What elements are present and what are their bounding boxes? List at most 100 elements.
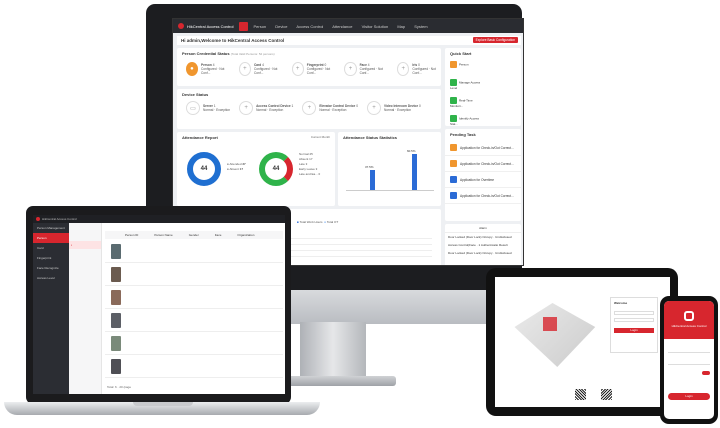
laptop-org-tree: ▪ <box>69 223 102 394</box>
stat-server[interactable]: ▭ Server 1 Normal · Exception <box>186 101 230 115</box>
server-icon: ▭ <box>186 101 200 115</box>
access-device-icon: + <box>239 101 254 115</box>
app-logo-icon <box>684 311 694 321</box>
stats-bar-1-label: 37.5% <box>365 165 374 169</box>
attendance-statistics-card: Attendance Status Statistics 37.5% 60.5% <box>338 132 441 206</box>
device-status-card: Device Status ▭ Server 1 Normal · Exceptio… <box>177 89 441 129</box>
quick-start-identify[interactable]: Identify Access Stat... <box>450 115 482 126</box>
quick-start-title: Quick Start <box>450 51 472 56</box>
pending-task-card: Pending Task Application for Check-in/Ou… <box>445 129 521 221</box>
alarm-card: Alarm Door Locked (Door Lock) Occupy · U… <box>445 224 521 265</box>
nav-item-device[interactable]: Device <box>275 24 287 29</box>
welcome-banner: Hi admin,Welcome to HikCentral Access Co… <box>177 36 521 45</box>
qr-code-icon <box>575 389 586 400</box>
work-hours-legend: ■ Total Work Hours ■ Total OT <box>297 220 339 224</box>
stat-fingerprint[interactable]: + Fingerprint 0 Configured · Not Conf... <box>291 62 336 76</box>
stat-person[interactable]: ● Person 4 Configured · Not Conf... <box>186 62 230 76</box>
table-row[interactable] <box>105 287 283 309</box>
laptop-notch <box>133 402 193 406</box>
nav-item-person[interactable]: Person <box>253 24 266 29</box>
table-row[interactable] <box>105 356 283 378</box>
stat-intercom-device[interactable]: + Video Intercom Device 0 Normal · Excepti… <box>366 101 421 115</box>
quick-start-person[interactable]: Person <box>450 61 482 72</box>
sidebar-item[interactable]: Access Level <box>33 273 69 283</box>
device-status-title: Device Status <box>182 92 209 97</box>
stat-access-device[interactable]: + Access Control Device 1 Normal · Excepti… <box>239 101 293 115</box>
table-row[interactable] <box>105 264 283 286</box>
nav-item-map[interactable]: Map <box>397 24 405 29</box>
laptop-app-title: HikCentral Access Control <box>42 217 77 221</box>
password-input[interactable] <box>614 318 654 322</box>
attendance-left-legend: ● Attended 37 ● Absent 17 <box>227 162 246 171</box>
add-card-icon: + <box>238 62 251 76</box>
person-icon: ● <box>186 62 198 76</box>
pending-item[interactable]: Application for Overtime <box>445 172 521 188</box>
building-highlight <box>543 317 557 331</box>
add-iris-icon: + <box>397 62 410 76</box>
alarm-item[interactable]: Door Locked (Door Lock) Occupy · Undiscl… <box>445 249 521 257</box>
quick-start-card: Quick Start Person Manage Access Level Re… <box>445 48 521 158</box>
username-input[interactable] <box>614 311 654 315</box>
org-tree-selected[interactable]: ▪ <box>69 241 101 249</box>
basic-configuration-button[interactable]: Explore Basic Configuration <box>472 37 518 43</box>
sidebar-item-person[interactable]: Person <box>33 233 69 243</box>
stats-bar-1 <box>370 170 375 190</box>
nav-item-attendance[interactable]: Attendance <box>332 24 352 29</box>
table-row[interactable] <box>105 333 283 355</box>
stat-elevator-device[interactable]: + Elevator Control Device 0 Normal · Excep… <box>302 101 358 115</box>
quick-start-access-level[interactable]: Manage Access Level <box>450 79 482 90</box>
face-photo <box>111 290 121 305</box>
nav-item-visitor[interactable]: Visitor Solution <box>362 24 389 29</box>
phone-app-title: HikCentral Access Control <box>671 324 707 328</box>
main-nav: Person Device Access Control Attendance … <box>253 24 435 29</box>
sidebar-item[interactable]: Card <box>33 243 69 253</box>
top-navigation-bar: HikCentral Access Control Person Device … <box>173 19 523 33</box>
pending-item[interactable]: Application for Check-in/Out Correct... <box>445 140 521 156</box>
quick-start-monitoring[interactable]: Real-Time Monitori... <box>450 97 482 108</box>
attendance-right-legend: Normal 25 Absent 17 Late 3 Early Leave 3 Lat… <box>299 152 321 176</box>
add-fingerprint-icon: + <box>291 62 304 76</box>
pagination[interactable]: Total: 6 · 20 /page <box>107 385 131 389</box>
tablet-screen: Welcome Login <box>495 277 670 407</box>
stat-face[interactable]: + Face 4 Configured · Not Conf... <box>344 62 388 76</box>
sidebar-item[interactable]: Fingerprint <box>33 253 69 263</box>
login-title: Welcome <box>614 301 628 305</box>
nav-item-system[interactable]: System <box>414 24 427 29</box>
home-icon[interactable] <box>239 21 249 31</box>
phone-username-input[interactable] <box>668 349 710 353</box>
tablet-login-panel: Welcome Login <box>610 297 658 353</box>
login-button[interactable]: Login <box>614 328 654 333</box>
attendance-period-select[interactable]: Current Month <box>311 135 330 140</box>
table-row[interactable] <box>105 310 283 332</box>
alarm-item[interactable]: Door Locked (Door Lock) Occupy · Undiscl… <box>445 233 521 241</box>
table-row[interactable] <box>105 241 283 263</box>
alarm-tab[interactable]: Alarm <box>445 224 521 233</box>
remember-toggle[interactable] <box>702 371 710 375</box>
alarm-item[interactable]: Access Control(Face · 1 Authenticatio Re… <box>445 241 521 249</box>
phone-login-button[interactable]: Login <box>668 393 710 400</box>
attendance-statistics-title: Attendance Status Statistics <box>343 135 398 140</box>
app-title: HikCentral Access Control <box>187 23 234 29</box>
pending-task-title: Pending Task <box>450 132 476 137</box>
sidebar-item[interactable]: Face Recognize <box>33 263 69 273</box>
stats-axis <box>346 190 434 191</box>
face-photo <box>111 359 121 374</box>
stats-bar-2 <box>412 154 417 190</box>
person-credential-title: Person Credential Status (Total Valid Pe… <box>182 51 275 56</box>
phone-header: HikCentral Access Control <box>664 301 714 339</box>
laptop-sidebar: Person Management Person Card Fingerprin… <box>33 223 69 394</box>
phone-password-input[interactable] <box>668 361 710 365</box>
face-photo <box>111 267 121 282</box>
attendance-donut-right: 44 <box>259 152 293 186</box>
stats-bar-2-label: 60.5% <box>407 149 416 153</box>
stat-iris[interactable]: + Iris 0 Configured · Not Conf... <box>397 62 441 76</box>
stat-card[interactable]: + Card 4 Configured · Not Conf... <box>238 62 283 76</box>
phone-screen: HikCentral Access Control Login <box>664 301 714 419</box>
nav-item-access-control[interactable]: Access Control <box>296 24 323 29</box>
attendance-donut-left: 44 <box>187 152 221 186</box>
pending-item[interactable]: Application for Check-in/Out Correct... <box>445 156 521 172</box>
sidebar-item[interactable]: Person Management <box>33 223 69 233</box>
qr-code-icon <box>601 389 612 400</box>
pending-item[interactable]: Application for Check-in/Out Correct... <box>445 188 521 204</box>
person-credential-card: Person Credential Status (Total Valid Pe… <box>177 48 441 86</box>
